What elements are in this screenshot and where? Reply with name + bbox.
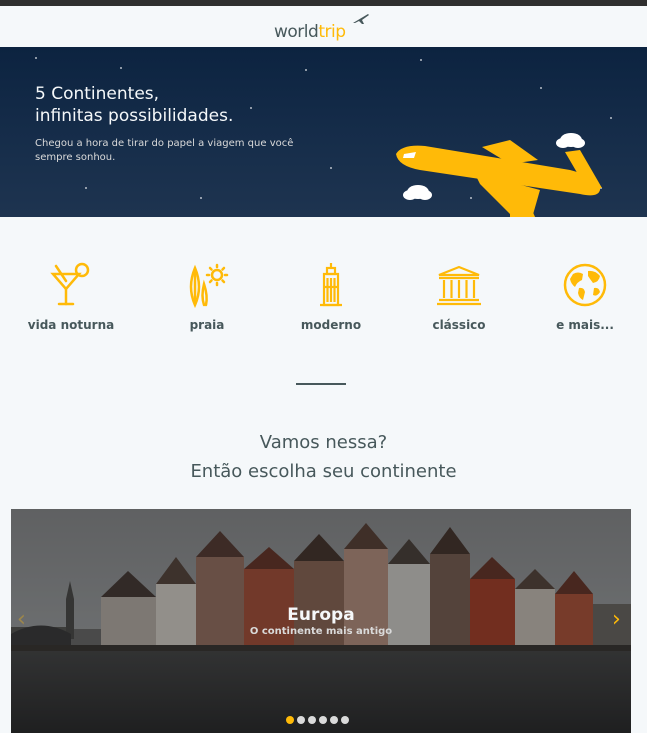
pagination-dot[interactable] — [297, 716, 305, 724]
surfboard-sun-icon — [189, 263, 229, 308]
chevron-left-icon[interactable]: ‹ — [17, 609, 26, 631]
slider-pagination — [286, 716, 349, 724]
globe-icon — [563, 263, 607, 307]
airplane-icon — [353, 14, 369, 24]
airplane-illustration — [396, 133, 602, 217]
cocktail-icon — [50, 262, 90, 306]
pagination-dot[interactable] — [308, 716, 316, 724]
category-label: clássico — [432, 318, 486, 332]
category-label: e mais... — [556, 318, 614, 332]
slide-subtitle: O continente mais antigo — [249, 626, 393, 637]
cta-line2: Então escolha seu continente — [190, 461, 457, 482]
pagination-dot[interactable] — [341, 716, 349, 724]
hero-title: 5 Continentes, infinitas possibilidades. — [35, 83, 233, 127]
cta-line1: Vamos nessa? — [259, 432, 388, 453]
logo-world-text: world — [274, 22, 319, 42]
category-label: vida noturna — [27, 318, 115, 332]
slide-title[interactable]: Europa — [11, 605, 631, 625]
logo-trip-text: trip — [318, 22, 346, 42]
category-moderno[interactable]: moderno — [276, 262, 386, 332]
category-vida-noturna[interactable]: vida noturna — [16, 262, 126, 332]
category-praia[interactable]: praia — [152, 262, 262, 332]
category-label: praia — [189, 318, 225, 332]
category-classico[interactable]: clássico — [404, 262, 514, 332]
category-label: moderno — [300, 318, 362, 332]
pagination-dot[interactable] — [286, 716, 294, 724]
category-e-mais[interactable]: e mais... — [530, 262, 640, 332]
hero-title-line1: 5 Continentes, — [35, 84, 160, 104]
museum-icon — [437, 265, 481, 306]
pagination-dot[interactable] — [330, 716, 338, 724]
continent-heading: Vamos nessa? Então escolha seu continent… — [0, 428, 647, 486]
header: world trip — [0, 6, 647, 48]
hero-title-line2: infinitas possibilidades. — [35, 106, 234, 126]
continent-slider[interactable]: Europa O continente mais antigo ‹ › — [11, 509, 631, 733]
logo[interactable]: world trip — [274, 14, 369, 42]
skyscraper-icon — [320, 263, 342, 307]
page: world trip 5 Continentes, infinitas possi… — [0, 0, 647, 733]
section-divider — [296, 383, 346, 385]
hero-banner: 5 Continentes, infinitas possibilidades.… — [0, 47, 647, 217]
category-list: vida noturna praia moderno clássico e ma… — [0, 262, 647, 352]
chevron-right-icon[interactable]: › — [612, 609, 621, 631]
hero-subtitle: Chegou a hora de tirar do papel a viagem… — [35, 138, 294, 163]
pagination-dot[interactable] — [319, 716, 327, 724]
